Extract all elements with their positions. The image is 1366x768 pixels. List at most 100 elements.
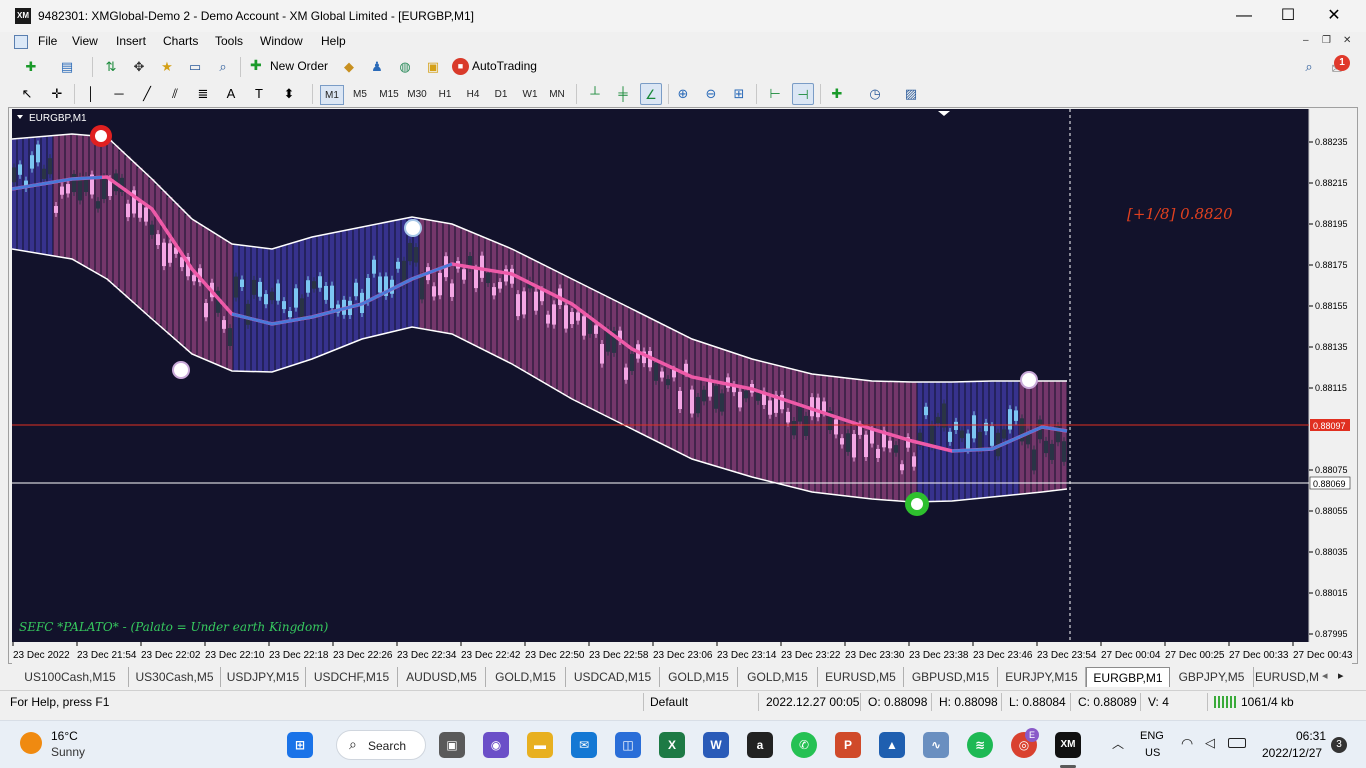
menu-view[interactable]: View bbox=[72, 34, 98, 48]
horizontal-line-icon[interactable]: ─ bbox=[108, 83, 130, 105]
timeframe-d1[interactable]: D1 bbox=[490, 85, 512, 105]
tab-gbpusd-m15[interactable]: GBPUSD,M15 bbox=[904, 667, 998, 687]
notification-badge[interactable]: 1 bbox=[1334, 55, 1350, 71]
price-chart[interactable]: EURGBP,M1 [+1/8] 0.8820 SEFC *PALATO* - … bbox=[12, 109, 1352, 664]
candlestick-icon[interactable]: ╪ bbox=[612, 83, 634, 105]
notification-count-badge[interactable]: 3 bbox=[1331, 737, 1347, 753]
tabs-scroll-left-button[interactable]: ◂ bbox=[1322, 669, 1328, 682]
menu-insert[interactable]: Insert bbox=[116, 34, 146, 48]
line-chart-icon[interactable]: ∠ bbox=[640, 83, 662, 105]
trendline-icon[interactable]: ╱ bbox=[136, 83, 158, 105]
fibonacci-icon[interactable]: ≣ bbox=[192, 83, 214, 105]
chat-app-icon[interactable]: ◉ bbox=[483, 732, 509, 758]
weather-description[interactable]: Sunny bbox=[51, 745, 85, 759]
vertical-line-icon[interactable]: │ bbox=[80, 83, 102, 105]
tab-eurjpy-m15[interactable]: EURJPY,M15 bbox=[998, 667, 1086, 687]
profiles-icon[interactable]: ▤ bbox=[56, 56, 78, 78]
tab-gbpjpy-m5[interactable]: GBPJPY,M5 bbox=[1170, 667, 1254, 687]
store-icon[interactable]: ◫ bbox=[615, 732, 641, 758]
chart-window-icon[interactable] bbox=[14, 35, 28, 49]
market-watch-icon[interactable]: ⇅ bbox=[100, 56, 122, 78]
autoscroll-icon[interactable]: ⊣ bbox=[792, 83, 814, 105]
metaeditor-icon[interactable]: ◆ bbox=[338, 56, 360, 78]
tab-usdjpy-m15[interactable]: USDJPY,M15 bbox=[221, 667, 306, 687]
edu-app-icon[interactable]: ▲ bbox=[879, 732, 905, 758]
timeframe-m1[interactable]: M1 bbox=[320, 85, 344, 105]
wifi-icon[interactable]: ◠ bbox=[1181, 735, 1193, 752]
close-button[interactable]: ✕ bbox=[1311, 0, 1357, 32]
vps-icon[interactable]: ▣ bbox=[422, 56, 444, 78]
mdi-close-button[interactable]: ✕ bbox=[1343, 35, 1351, 46]
crosshair-icon[interactable]: ✛ bbox=[46, 83, 68, 105]
timeframe-m15[interactable]: M15 bbox=[376, 85, 402, 105]
tab-gold-m15-2[interactable]: GOLD,M15 bbox=[660, 667, 738, 687]
timeframe-mn[interactable]: MN bbox=[545, 85, 569, 105]
menu-tools[interactable]: Tools bbox=[215, 34, 243, 48]
menu-charts[interactable]: Charts bbox=[163, 34, 198, 48]
tab-eurusd-m[interactable]: EURUSD,M bbox=[1254, 667, 1320, 687]
arrows-icon[interactable]: ⬍ bbox=[278, 83, 300, 105]
weather-temperature[interactable]: 16°C bbox=[51, 729, 78, 743]
tab-us100cash-m15[interactable]: US100Cash,M15 bbox=[12, 667, 129, 687]
mdi-minimize-button[interactable]: – bbox=[1303, 35, 1309, 46]
minimize-button[interactable]: — bbox=[1221, 0, 1267, 32]
bar-chart-icon[interactable]: ┴ bbox=[584, 83, 606, 105]
clock-time[interactable]: 06:31 bbox=[1296, 729, 1326, 743]
connection-status-icon[interactable] bbox=[1214, 696, 1238, 708]
profile-name[interactable]: Default bbox=[650, 695, 688, 709]
terminal-icon[interactable]: ▭ bbox=[184, 56, 206, 78]
task-view-icon[interactable]: ▣ bbox=[439, 732, 465, 758]
menu-help[interactable]: Help bbox=[321, 34, 346, 48]
equidistant-channel-icon[interactable]: ⫽ bbox=[164, 83, 186, 105]
cursor-icon[interactable]: ↖ bbox=[16, 83, 38, 105]
tabs-scroll-right-button[interactable]: ▸ bbox=[1338, 669, 1344, 682]
chart-shift-icon[interactable]: ⊢ bbox=[764, 83, 786, 105]
strategy-tester-icon[interactable]: ⌕ bbox=[212, 56, 234, 78]
indicators-icon[interactable]: ✚ bbox=[826, 83, 848, 105]
tab-gold-m15-3[interactable]: GOLD,M15 bbox=[738, 667, 818, 687]
amazon-icon[interactable]: a bbox=[747, 732, 773, 758]
xm-app-icon[interactable]: XM bbox=[1055, 732, 1081, 758]
timeframe-h1[interactable]: H1 bbox=[434, 85, 456, 105]
tab-eurusd-m5[interactable]: EURUSD,M5 bbox=[818, 667, 904, 687]
search-box[interactable]: ⌕ Search bbox=[336, 730, 426, 760]
autotrading-button[interactable]: ■ AutoTrading bbox=[450, 56, 550, 78]
timeframe-w1[interactable]: W1 bbox=[518, 85, 542, 105]
tab-gold-m15[interactable]: GOLD,M15 bbox=[486, 667, 566, 687]
navigator-icon[interactable]: ✥ bbox=[128, 56, 150, 78]
text-icon[interactable]: A bbox=[220, 83, 242, 105]
menu-file[interactable]: File bbox=[38, 34, 57, 48]
menu-window[interactable]: Window bbox=[260, 34, 303, 48]
spotify-icon[interactable]: ≋ bbox=[967, 732, 993, 758]
whatsapp-icon[interactable]: ✆ bbox=[791, 732, 817, 758]
weather-sun-icon[interactable] bbox=[20, 732, 42, 754]
file-explorer-icon[interactable]: ▬ bbox=[527, 732, 553, 758]
maximize-button[interactable]: ☐ bbox=[1265, 0, 1311, 32]
mail-icon[interactable]: ✉ bbox=[571, 732, 597, 758]
periods-icon[interactable]: ◷ bbox=[864, 83, 886, 105]
text-label-icon[interactable]: T bbox=[248, 83, 270, 105]
tab-usdchf-m15[interactable]: USDCHF,M15 bbox=[306, 667, 398, 687]
tab-eurgbp-m1[interactable]: EURGBP,M1 bbox=[1086, 667, 1170, 687]
market-icon[interactable]: ◍ bbox=[394, 56, 416, 78]
battery-icon[interactable] bbox=[1228, 738, 1246, 748]
language-bottom[interactable]: US bbox=[1145, 747, 1160, 759]
zoom-out-icon[interactable]: ⊖ bbox=[700, 83, 722, 105]
excel-icon[interactable]: X bbox=[659, 732, 685, 758]
powerpoint-icon[interactable]: P bbox=[835, 732, 861, 758]
tab-us30cash-m5[interactable]: US30Cash,M5 bbox=[129, 667, 221, 687]
templates-icon[interactable]: ▨ bbox=[900, 83, 922, 105]
mdi-restore-button[interactable]: ❐ bbox=[1322, 35, 1331, 46]
start-icon[interactable]: ⊞ bbox=[287, 732, 313, 758]
word-icon[interactable]: W bbox=[703, 732, 729, 758]
tab-usdcad-m15[interactable]: USDCAD,M15 bbox=[566, 667, 660, 687]
timeframe-h4[interactable]: H4 bbox=[462, 85, 484, 105]
volume-muted-icon[interactable]: ◁ bbox=[1205, 735, 1215, 751]
clock-date[interactable]: 2022/12/27 bbox=[1262, 746, 1322, 760]
favorites-icon[interactable]: ★ bbox=[156, 56, 178, 78]
signals-icon[interactable]: ♟ bbox=[366, 56, 388, 78]
stocks-app-icon[interactable]: ∿ bbox=[923, 732, 949, 758]
show-hidden-icons-chevron-icon[interactable]: ︿ bbox=[1112, 735, 1124, 752]
search-icon[interactable]: ⌕ bbox=[1298, 56, 1320, 78]
new-order-button[interactable]: ✚ New Order bbox=[248, 56, 332, 78]
